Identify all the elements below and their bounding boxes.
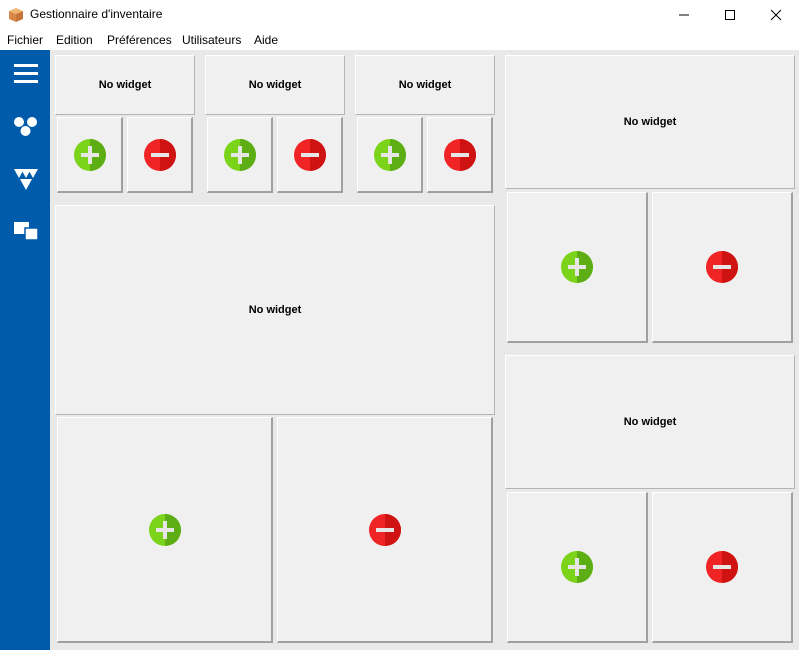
remove-button-2[interactable] bbox=[277, 117, 343, 193]
widget-panel-4: No widget bbox=[55, 205, 495, 415]
panel-label: No widget bbox=[248, 79, 302, 91]
widget-panel-1: No widget bbox=[55, 55, 195, 115]
widget-panel-2: No widget bbox=[205, 55, 345, 115]
widget-panel-3: No widget bbox=[355, 55, 495, 115]
remove-icon bbox=[293, 138, 326, 171]
remove-icon bbox=[368, 513, 401, 546]
remove-button-3[interactable] bbox=[427, 117, 493, 193]
add-button-2[interactable] bbox=[207, 117, 273, 193]
remove-button-4[interactable] bbox=[277, 417, 493, 643]
close-icon bbox=[770, 9, 782, 21]
add-button-6[interactable] bbox=[507, 492, 648, 643]
cluster-icon[interactable] bbox=[12, 112, 40, 140]
maximize-button[interactable] bbox=[707, 0, 753, 30]
menu-bar: Fichier Edition Préférences Utilisateurs… bbox=[0, 30, 799, 50]
remove-button-1[interactable] bbox=[127, 117, 193, 193]
menu-aide[interactable]: Aide bbox=[254, 33, 278, 47]
panel-label: No widget bbox=[98, 79, 152, 91]
triangles-icon[interactable] bbox=[12, 164, 40, 192]
panel-label: No widget bbox=[398, 79, 452, 91]
sidebar bbox=[0, 50, 50, 650]
widget-panel-5: No widget bbox=[505, 55, 795, 189]
close-button[interactable] bbox=[753, 0, 799, 30]
windows-icon[interactable] bbox=[12, 216, 40, 244]
minimize-button[interactable] bbox=[661, 0, 707, 30]
panel-label: No widget bbox=[248, 304, 302, 316]
menu-preferences[interactable]: Préférences bbox=[107, 33, 172, 47]
add-button-4[interactable] bbox=[57, 417, 273, 643]
add-icon bbox=[561, 251, 593, 283]
remove-icon bbox=[706, 551, 738, 583]
package-icon bbox=[9, 8, 23, 22]
add-button-5[interactable] bbox=[507, 192, 648, 343]
remove-icon bbox=[706, 251, 738, 283]
title-bar: Gestionnaire d'inventaire bbox=[0, 0, 799, 30]
panel-label: No widget bbox=[623, 116, 677, 128]
minimize-icon bbox=[679, 14, 689, 16]
widget-panel-6: No widget bbox=[505, 355, 795, 489]
panel-label: No widget bbox=[623, 416, 677, 428]
remove-button-5[interactable] bbox=[652, 192, 793, 343]
main-content: No widget No widget No widget No widget … bbox=[0, 50, 799, 650]
add-button-3[interactable] bbox=[357, 117, 423, 193]
add-icon bbox=[148, 513, 181, 546]
add-icon bbox=[223, 138, 256, 171]
add-icon bbox=[373, 138, 406, 171]
remove-button-6[interactable] bbox=[652, 492, 793, 643]
maximize-icon bbox=[725, 10, 735, 20]
remove-icon bbox=[143, 138, 176, 171]
menu-fichier[interactable]: Fichier bbox=[7, 33, 43, 47]
menu-utilisateurs[interactable]: Utilisateurs bbox=[182, 33, 241, 47]
add-icon bbox=[73, 138, 106, 171]
hamburger-menu-icon[interactable] bbox=[12, 60, 40, 88]
add-icon bbox=[561, 551, 593, 583]
window-title: Gestionnaire d'inventaire bbox=[30, 7, 163, 21]
menu-edition[interactable]: Edition bbox=[56, 33, 93, 47]
remove-icon bbox=[443, 138, 476, 171]
add-button-1[interactable] bbox=[57, 117, 123, 193]
